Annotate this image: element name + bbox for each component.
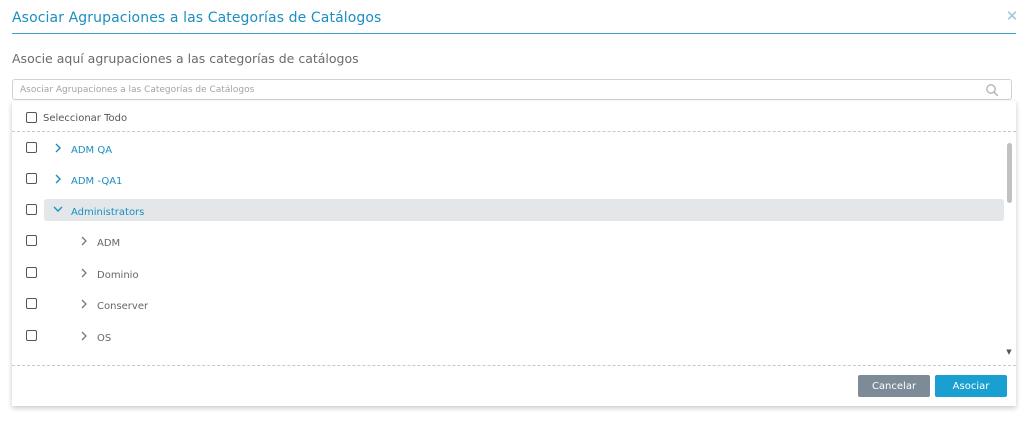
tree-item-label[interactable]: OS	[97, 333, 111, 344]
tree-item-label[interactable]: ADM	[97, 238, 120, 249]
chevron-right-icon[interactable]	[79, 299, 89, 309]
footer-divider	[12, 365, 1016, 366]
tree-row-administrators[interactable]: Administrators	[12, 201, 1002, 225]
select-all-divider	[12, 131, 1016, 132]
row-checkbox[interactable]	[26, 298, 37, 309]
chevron-right-icon[interactable]	[53, 143, 63, 153]
tree-panel: Seleccionar Todo ADM QA ADM -QA1 Adminis…	[12, 101, 1016, 406]
tree-row-conserver[interactable]: Conserver	[12, 295, 1002, 319]
tree-item-label[interactable]: Conserver	[97, 301, 148, 312]
tree-item-label[interactable]: ADM -QA1	[71, 176, 122, 187]
associate-groupings-dialog: Asociar Agrupaciones a las Categorías de…	[0, 0, 1028, 423]
tree-item-label[interactable]: Dominio	[97, 270, 139, 281]
row-checkbox[interactable]	[26, 267, 37, 278]
row-checkbox[interactable]	[26, 330, 37, 341]
tree-row-dominio[interactable]: Dominio	[12, 264, 1002, 288]
tree-row-adm-qa[interactable]: ADM QA	[12, 139, 1002, 163]
chevron-right-icon[interactable]	[79, 331, 89, 341]
cancel-button[interactable]: Cancelar	[858, 375, 930, 397]
tree-item-label[interactable]: ADM QA	[71, 145, 112, 156]
tree-row-adm[interactable]: ADM	[12, 232, 1002, 256]
row-checkbox[interactable]	[26, 173, 37, 184]
tree-row-os[interactable]: OS	[12, 327, 1002, 351]
chevron-right-icon[interactable]	[53, 174, 63, 184]
title-divider	[12, 33, 1016, 34]
select-all-label: Seleccionar Todo	[43, 113, 128, 124]
select-all-checkbox[interactable]	[26, 112, 37, 123]
dialog-subtitle: Asocie aquí agrupaciones a las categoría…	[12, 51, 359, 66]
chevron-down-icon[interactable]	[53, 204, 63, 214]
row-checkbox[interactable]	[26, 204, 37, 215]
scrollbar-thumb[interactable]	[1007, 143, 1012, 203]
close-icon[interactable]: ✕	[1005, 9, 1019, 24]
chevron-right-icon[interactable]	[79, 268, 89, 278]
search-input[interactable]	[20, 82, 970, 97]
scroll-down-icon[interactable]: ▼	[1005, 348, 1013, 356]
associate-button[interactable]: Asociar	[935, 375, 1007, 397]
tree-row-adm-qa1[interactable]: ADM -QA1	[12, 170, 1002, 194]
row-checkbox[interactable]	[26, 235, 37, 246]
row-checkbox[interactable]	[26, 142, 37, 153]
search-box	[12, 79, 1012, 100]
tree-item-label[interactable]: Administrators	[71, 207, 144, 218]
dialog-title: Asociar Agrupaciones a las Categorías de…	[12, 10, 382, 26]
search-icon[interactable]	[985, 83, 999, 97]
chevron-right-icon[interactable]	[79, 236, 89, 246]
